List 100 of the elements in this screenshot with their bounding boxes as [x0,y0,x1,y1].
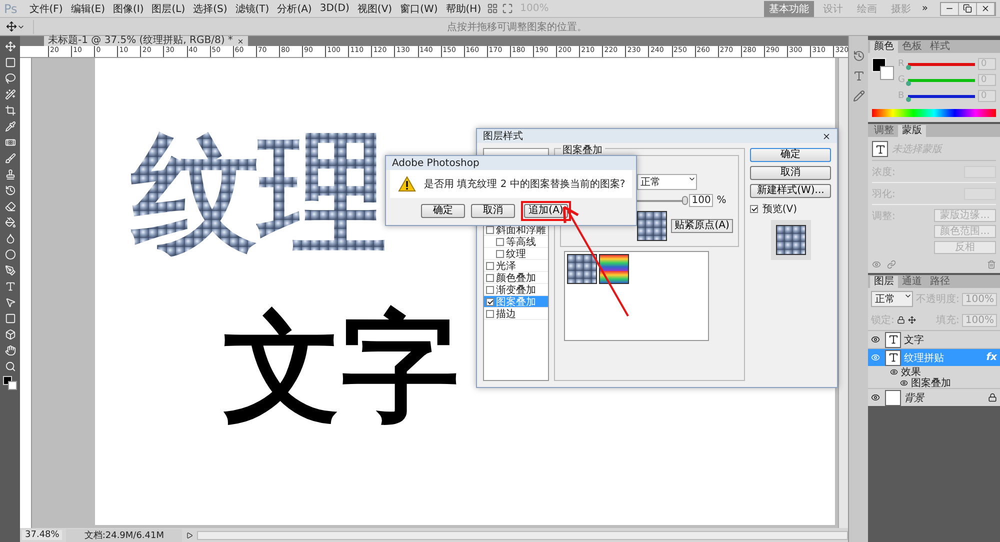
tool-hint: 点按并拖移可调整图案的位置。 [446,20,588,34]
checkbox[interactable] [486,262,494,270]
snap-origin-button[interactable]: 贴紧原点(A) [670,219,734,233]
bucket-tool-icon[interactable] [3,216,17,229]
dialog-button[interactable]: 确定 [421,204,465,218]
move-icon[interactable] [908,316,916,324]
color-spectrum[interactable] [872,109,996,117]
zoom-level[interactable]: 37.48% [22,530,62,540]
slider-thumb[interactable] [906,80,911,86]
dialog-button[interactable]: 取消 [471,204,515,218]
dialog-button[interactable]: 追加(A) [524,204,568,218]
checkbox[interactable] [496,238,504,246]
eye-icon[interactable] [890,368,898,376]
menu-item[interactable]: 编辑(E) [68,2,107,16]
menu-item[interactable]: 图像(I) [110,2,146,16]
panel-tab[interactable]: 调整 [870,125,898,137]
close-button[interactable] [977,2,995,14]
menu-item[interactable]: 3D(D) [318,3,352,14]
menu-item[interactable]: 滤镜(T) [233,2,272,16]
color-chips-icon[interactable] [872,58,894,80]
screen-mode-icon[interactable] [502,3,514,14]
document-tab[interactable]: 未标题-1 @ 37.5% (纹理拼贴, RGB/8) * [44,36,248,46]
alert-message: 是否用 填充纹理 2 中的图案替换当前的图案? [424,178,626,191]
lock-icon [988,393,997,402]
slider-thumb[interactable] [682,196,688,204]
style-item[interactable]: 描边 [484,308,548,320]
slider-thumb[interactable] [906,96,911,102]
history-icon[interactable] [852,50,864,62]
eraser-tool-icon[interactable] [3,200,17,213]
slider-thumb[interactable] [906,64,911,70]
play-icon[interactable] [186,532,194,538]
menu-item[interactable]: 选择(S) [191,2,230,16]
move-icon [6,21,17,32]
canvas-text: 纹理 [131,130,387,258]
dialog-button[interactable]: 新建样式(W)... [750,184,831,198]
pattern-swatch[interactable] [566,254,597,284]
panel-tab[interactable]: 蒙版 [898,125,926,137]
horizontal-scrollbar[interactable] [197,530,848,540]
blend-mode-dropdown[interactable]: 正常 [871,291,914,307]
dodge-tool-icon[interactable] [3,248,17,261]
type-icon [885,350,901,366]
vertical-scrollbar[interactable] [838,58,848,528]
lasso-tool-icon[interactable] [3,72,17,85]
tool-preset-button[interactable] [6,20,34,34]
more-workspaces-button[interactable]: » [920,3,930,14]
panel-tab[interactable]: 颜色 [870,41,898,53]
style-item[interactable]: 颜色叠加 [484,272,548,284]
menu-item[interactable]: 帮助(H) [444,2,484,16]
panel-tab[interactable]: 通道 [898,276,926,288]
dialog-button[interactable]: 确定 [750,148,831,162]
blend-mode-dropdown[interactable]: 正常 [636,174,697,190]
eye-icon[interactable] [900,378,908,386]
eyedropper-tool-icon[interactable] [3,120,17,133]
dialog-button[interactable]: 取消 [750,166,831,180]
zoom-tool-icon[interactable] [3,360,17,373]
panel-tab[interactable]: 样式 [926,41,954,53]
history-brush-icon[interactable] [3,184,17,197]
color-swatches-icon[interactable] [3,376,17,390]
crop-tool-icon[interactable] [3,104,17,117]
style-item[interactable]: 光泽 [484,260,548,272]
checkbox[interactable] [486,298,494,306]
style-item[interactable]: 等高线 [484,236,548,248]
restore-button[interactable] [959,2,977,14]
close-icon[interactable] [236,38,244,44]
document-info: 文档:24.9M/6.41M [66,528,182,542]
restore-icon [963,4,972,13]
menu-item[interactable]: 文件(F) [27,2,65,16]
menu-item[interactable]: 视图(V) [355,2,394,16]
checkbox[interactable] [486,274,494,282]
brush-tool-icon[interactable] [3,152,17,165]
opacity-field[interactable]: 100 [688,194,713,207]
panel-tab[interactable]: 色板 [898,41,926,53]
minimize-button[interactable] [941,2,959,14]
hand-tool-icon[interactable] [3,344,17,357]
checkbox[interactable] [750,205,758,213]
layer-row[interactable]: 背景 [868,388,1000,406]
wand-tool-icon[interactable] [3,88,17,101]
menu-item[interactable]: 分析(A) [275,2,314,16]
menu-item[interactable]: 图层(L) [150,2,188,16]
layer-name: 纹理拼贴 [904,352,945,364]
move-tool-icon[interactable] [3,40,17,53]
lock-icon[interactable] [897,316,906,324]
panel-tab[interactable]: 图层 [870,276,898,288]
checkbox[interactable] [486,310,494,318]
menu-item[interactable]: 窗口(W) [398,2,440,16]
cube-tool-icon[interactable] [3,328,17,341]
pattern-swatch[interactable] [598,254,629,284]
marquee-tool-icon[interactable] [3,56,17,69]
shape-tool-icon[interactable] [3,312,17,325]
layer-name: 背景 [904,392,926,404]
checkbox[interactable] [496,250,504,258]
checkbox[interactable] [486,286,494,294]
pen-tool-icon[interactable] [3,264,17,277]
pattern-swatch[interactable] [636,211,667,241]
style-item[interactable]: 纹理 [484,248,548,260]
app-logo: Ps [4,2,18,16]
effect-name: 图案叠加 [911,376,951,390]
close-icon[interactable] [822,132,831,140]
character-icon[interactable] [852,70,864,82]
panel-tab[interactable]: 路径 [926,276,954,288]
